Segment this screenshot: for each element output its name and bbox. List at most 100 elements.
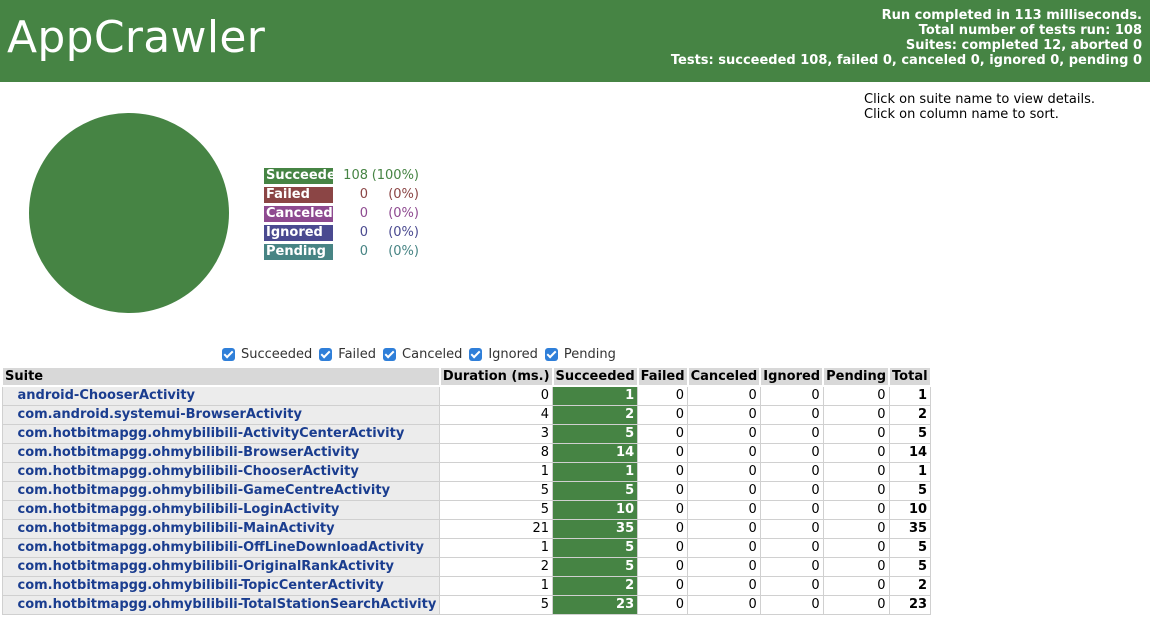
legend-label: Failed — [264, 186, 333, 203]
suite-results-table: Suite Duration (ms.) Succeeded Failed Cancel… — [1, 366, 932, 615]
suite-name-link[interactable]: com.hotbitmapgg.ohmybilibili-TopicCenter… — [1, 575, 441, 596]
legend-percent: (0%) — [388, 225, 419, 240]
filter-ignored[interactable]: Ignored — [469, 347, 538, 362]
duration-cell: 5 — [439, 480, 554, 501]
total-cell: 1 — [888, 385, 932, 406]
filter-checkbox-ignored[interactable] — [469, 348, 483, 361]
column-header-canceled[interactable]: Canceled — [686, 366, 762, 387]
succeeded-cell: 5 — [552, 556, 639, 577]
failed-cell: 0 — [637, 385, 689, 406]
pending-cell: 0 — [822, 461, 890, 482]
duration-cell: 0 — [439, 385, 554, 406]
pending-cell: 0 — [822, 499, 890, 520]
column-header-failed[interactable]: Failed — [636, 366, 689, 387]
suite-name-link[interactable]: com.hotbitmapgg.ohmybilibili-TotalStatio… — [1, 594, 441, 615]
canceled-cell: 0 — [687, 480, 761, 501]
suite-name-link[interactable]: com.hotbitmapgg.ohmybilibili-ChooserActi… — [1, 461, 441, 482]
legend-count: 0 — [359, 206, 368, 221]
failed-cell: 0 — [637, 556, 689, 577]
filter-canceled[interactable]: Canceled — [383, 347, 462, 362]
filter-pending[interactable]: Pending — [544, 347, 616, 362]
legend-count: 0 — [359, 225, 368, 240]
total-cell: 5 — [888, 480, 932, 501]
pending-cell: 0 — [822, 385, 890, 406]
suite-name-link[interactable]: com.hotbitmapgg.ohmybilibili-BrowserActi… — [1, 442, 441, 463]
legend-item-ignored: Ignored 0 (0%) — [264, 223, 419, 242]
ignored-cell: 0 — [759, 385, 824, 406]
column-header-succeeded[interactable]: Succeeded — [551, 366, 639, 387]
pending-cell: 0 — [822, 537, 890, 558]
pending-cell: 0 — [822, 423, 890, 444]
column-header-suite[interactable]: Suite — [1, 366, 441, 387]
pending-cell: 0 — [822, 480, 890, 501]
filter-checkbox-failed[interactable] — [319, 348, 333, 361]
succeeded-cell: 1 — [552, 385, 639, 406]
total-cell: 35 — [888, 518, 932, 539]
suite-name-link[interactable]: com.hotbitmapgg.ohmybilibili-MainActivit… — [1, 518, 441, 539]
column-header-pending[interactable]: Pending — [822, 366, 891, 387]
succeeded-cell: 5 — [552, 480, 639, 501]
succeeded-cell: 2 — [552, 575, 639, 596]
run-summary-total: Total number of tests run: 108 — [918, 23, 1142, 38]
duration-cell: 5 — [439, 499, 554, 520]
pending-cell: 0 — [822, 556, 890, 577]
results-pie-chart — [29, 113, 229, 313]
legend-count: 0 — [359, 244, 368, 259]
suite-name-link[interactable]: com.hotbitmapgg.ohmybilibili-GameCentreA… — [1, 480, 441, 501]
total-cell: 14 — [888, 442, 932, 463]
filter-label: Succeeded — [241, 347, 313, 362]
filter-failed[interactable]: Failed — [319, 347, 376, 362]
legend-percent: (0%) — [388, 187, 419, 202]
filter-checkbox-canceled[interactable] — [383, 348, 397, 361]
filter-succeeded[interactable]: Succeeded — [222, 347, 312, 362]
suite-name-link[interactable]: com.android.systemui-BrowserActivity — [1, 404, 441, 425]
pie-slice-succeeded — [29, 113, 229, 313]
suite-name-link[interactable]: com.hotbitmapgg.ohmybilibili-ActivityCen… — [1, 423, 441, 444]
table-row: com.hotbitmapgg.ohmybilibili-TotalStatio… — [1, 594, 932, 615]
duration-cell: 2 — [439, 556, 554, 577]
succeeded-cell: 35 — [552, 518, 639, 539]
suite-name-link[interactable]: com.hotbitmapgg.ohmybilibili-OffLineDown… — [1, 537, 441, 558]
legend-label: Succeeded — [264, 167, 346, 184]
column-header-duration-ms[interactable]: Duration (ms.) — [438, 366, 554, 387]
legend-item-pending: Pending 0 (0%) — [264, 242, 419, 261]
suite-name-link[interactable]: com.hotbitmapgg.ohmybilibili-OriginalRan… — [1, 556, 441, 577]
total-cell: 2 — [888, 575, 932, 596]
filter-label: Ignored — [488, 347, 538, 362]
filter-label: Canceled — [402, 347, 463, 362]
header-banner: AppCrawler Run completed in 113 millisec… — [0, 0, 1150, 82]
table-row: com.hotbitmapgg.ohmybilibili-GameCentreA… — [1, 480, 932, 501]
succeeded-cell: 14 — [552, 442, 639, 463]
total-cell: 5 — [888, 423, 932, 444]
filter-checkbox-pending[interactable] — [544, 348, 558, 361]
succeeded-cell: 1 — [552, 461, 639, 482]
legend-label: Ignored — [264, 224, 333, 241]
table-row: com.hotbitmapgg.ohmybilibili-OffLineDown… — [1, 537, 932, 558]
run-summary: Run completed in 113 milliseconds. Total… — [671, 8, 1142, 68]
pie-legend: Succeeded 108 (100%) Failed 0 (0%) Canceled 0 (0… — [264, 166, 419, 261]
column-header-total[interactable]: Total — [888, 366, 932, 387]
column-header-ignored[interactable]: Ignored — [759, 366, 825, 387]
ignored-cell: 0 — [759, 461, 824, 482]
failed-cell: 0 — [637, 518, 689, 539]
duration-cell: 3 — [439, 423, 554, 444]
failed-cell: 0 — [637, 404, 689, 425]
table-header-row: Suite Duration (ms.) Succeeded Failed Cancel… — [1, 366, 932, 387]
suite-name-link[interactable]: android-ChooserActivity — [1, 385, 441, 406]
legend-item-failed: Failed 0 (0%) — [264, 185, 419, 204]
canceled-cell: 0 — [687, 442, 761, 463]
ignored-cell: 0 — [759, 518, 824, 539]
succeeded-cell: 5 — [552, 537, 639, 558]
ignored-cell: 0 — [759, 423, 824, 444]
total-cell: 2 — [888, 404, 932, 425]
succeeded-cell: 10 — [552, 499, 639, 520]
pending-cell: 0 — [822, 404, 890, 425]
table-row: com.hotbitmapgg.ohmybilibili-ActivityCen… — [1, 423, 932, 444]
pending-cell: 0 — [822, 442, 890, 463]
duration-cell: 1 — [439, 461, 554, 482]
canceled-cell: 0 — [687, 385, 761, 406]
canceled-cell: 0 — [687, 461, 761, 482]
canceled-cell: 0 — [687, 594, 761, 615]
suite-name-link[interactable]: com.hotbitmapgg.ohmybilibili-LoginActivi… — [1, 499, 441, 520]
filter-checkbox-succeeded[interactable] — [222, 348, 235, 361]
